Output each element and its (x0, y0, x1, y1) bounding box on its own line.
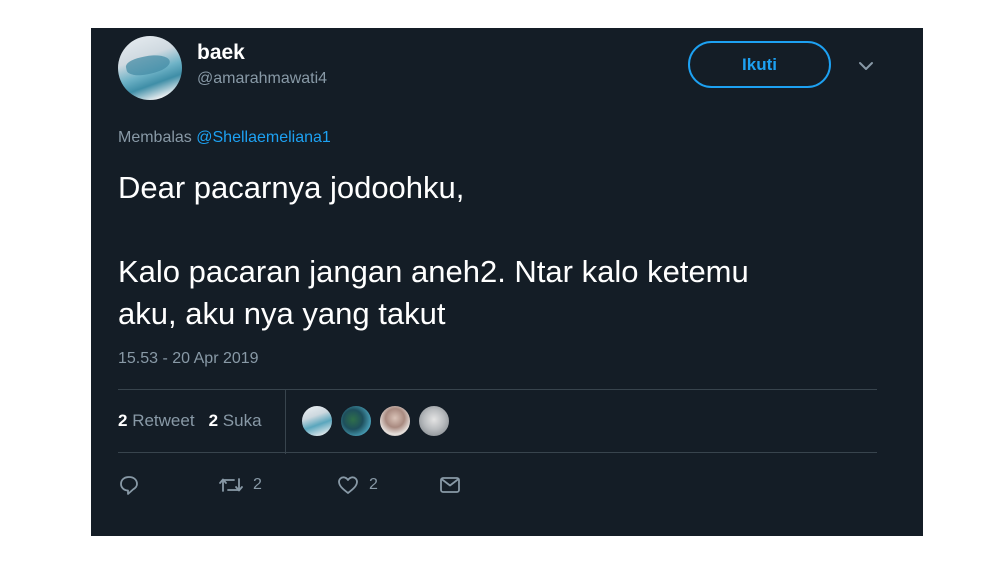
tweet-timestamp[interactable]: 15.53 - 20 Apr 2019 (118, 350, 259, 368)
reply-context: Membalas @Shellaemeliana1 (118, 129, 331, 147)
message-icon (438, 474, 462, 496)
liker-avatar[interactable] (418, 405, 450, 437)
tweet-text: Dear pacarnya jodoohku, Kalo pacaran jan… (118, 170, 749, 331)
message-action[interactable] (438, 474, 462, 496)
like-stat-label: Suka (222, 411, 262, 430)
reply-icon (118, 474, 140, 496)
liker-avatar[interactable] (340, 405, 372, 437)
retweet-action[interactable]: 2 (218, 474, 336, 496)
liker-avatar[interactable] (379, 405, 411, 437)
display-name[interactable]: baek (197, 41, 245, 65)
avatar[interactable] (118, 36, 182, 100)
tweet-stats: 2 Retweet 2 Suka (118, 411, 262, 431)
stats-separator (285, 390, 286, 454)
like-stat[interactable]: 2 Suka (209, 411, 262, 431)
heart-icon (336, 474, 360, 496)
reply-mention-link[interactable]: @Shellaemeliana1 (196, 129, 331, 146)
reply-prefix: Membalas (118, 129, 192, 146)
like-stat-count: 2 (208, 411, 219, 430)
retweet-stat[interactable]: 2 Retweet (118, 411, 195, 431)
divider (118, 389, 877, 390)
user-handle[interactable]: @amarahmawati4 (197, 70, 327, 88)
liker-avatar[interactable] (301, 405, 333, 437)
reply-action[interactable] (118, 474, 218, 496)
like-action[interactable]: 2 (336, 474, 438, 496)
like-action-count: 2 (369, 476, 378, 493)
chevron-down-icon[interactable] (856, 56, 876, 76)
retweet-stat-count: 2 (118, 411, 128, 430)
retweet-stat-label: Retweet (132, 411, 195, 430)
retweet-action-count: 2 (253, 476, 262, 493)
tweet-actions: 2 2 (118, 474, 462, 496)
tweet-card: baek @amarahmawati4 Ikuti Membalas @Shel… (91, 28, 923, 536)
divider (118, 452, 877, 453)
liker-avatars (301, 405, 450, 437)
follow-button[interactable]: Ikuti (688, 41, 831, 88)
retweet-icon (218, 474, 244, 496)
